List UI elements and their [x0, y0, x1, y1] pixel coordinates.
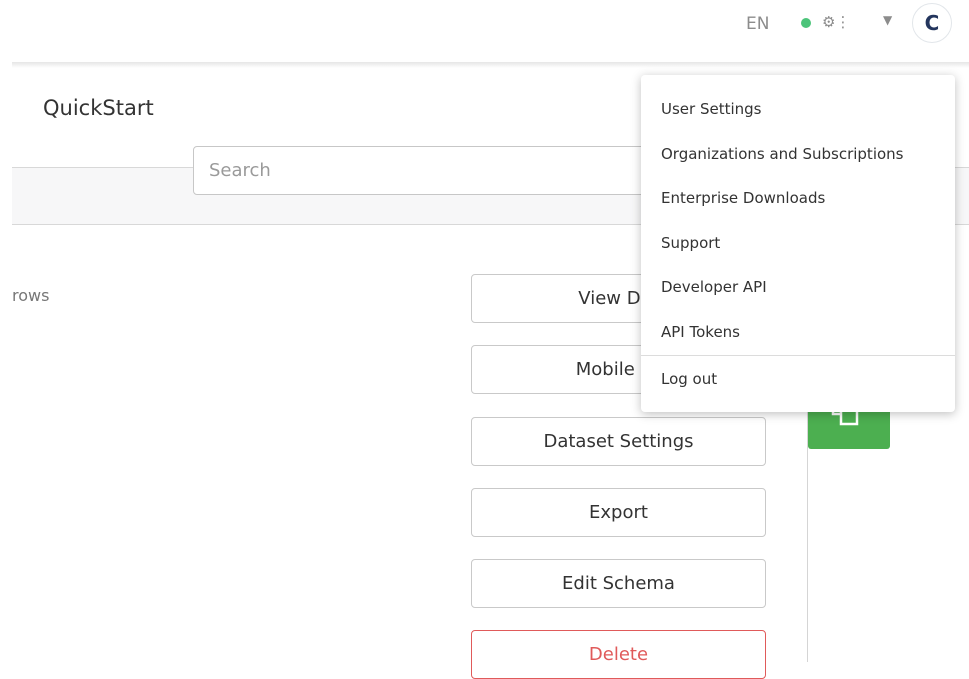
- menu-item-enterprise-downloads[interactable]: Enterprise Downloads: [661, 189, 825, 207]
- edit-schema-button[interactable]: Edit Schema: [471, 559, 766, 608]
- menu-item-organizations[interactable]: Organizations and Subscriptions: [661, 145, 903, 163]
- user-dropdown-menu: User Settings Organizations and Subscrip…: [641, 75, 955, 412]
- export-button[interactable]: Export: [471, 488, 766, 537]
- page-title: QuickStart: [43, 96, 154, 120]
- delete-button[interactable]: Delete: [471, 630, 766, 679]
- logout-button[interactable]: Log out: [661, 370, 717, 388]
- status-indicator-icon: [801, 18, 811, 28]
- user-avatar[interactable]: C: [912, 3, 952, 43]
- top-navigation-bar: EN ⚙⋮ ▼ C: [0, 0, 969, 62]
- chevron-down-icon[interactable]: ▼: [883, 13, 892, 27]
- row-count-label: rows: [12, 286, 50, 305]
- dataset-settings-button[interactable]: Dataset Settings: [471, 417, 766, 466]
- menu-divider: [641, 355, 955, 356]
- menu-item-developer-api[interactable]: Developer API: [661, 278, 767, 296]
- menu-item-api-tokens[interactable]: API Tokens: [661, 323, 740, 341]
- menu-item-support[interactable]: Support: [661, 234, 720, 252]
- header-divider: [12, 62, 969, 68]
- menu-item-user-settings[interactable]: User Settings: [661, 100, 761, 118]
- search-input[interactable]: [193, 146, 653, 195]
- gear-icon[interactable]: ⚙⋮: [822, 13, 850, 31]
- language-selector[interactable]: EN: [746, 14, 769, 34]
